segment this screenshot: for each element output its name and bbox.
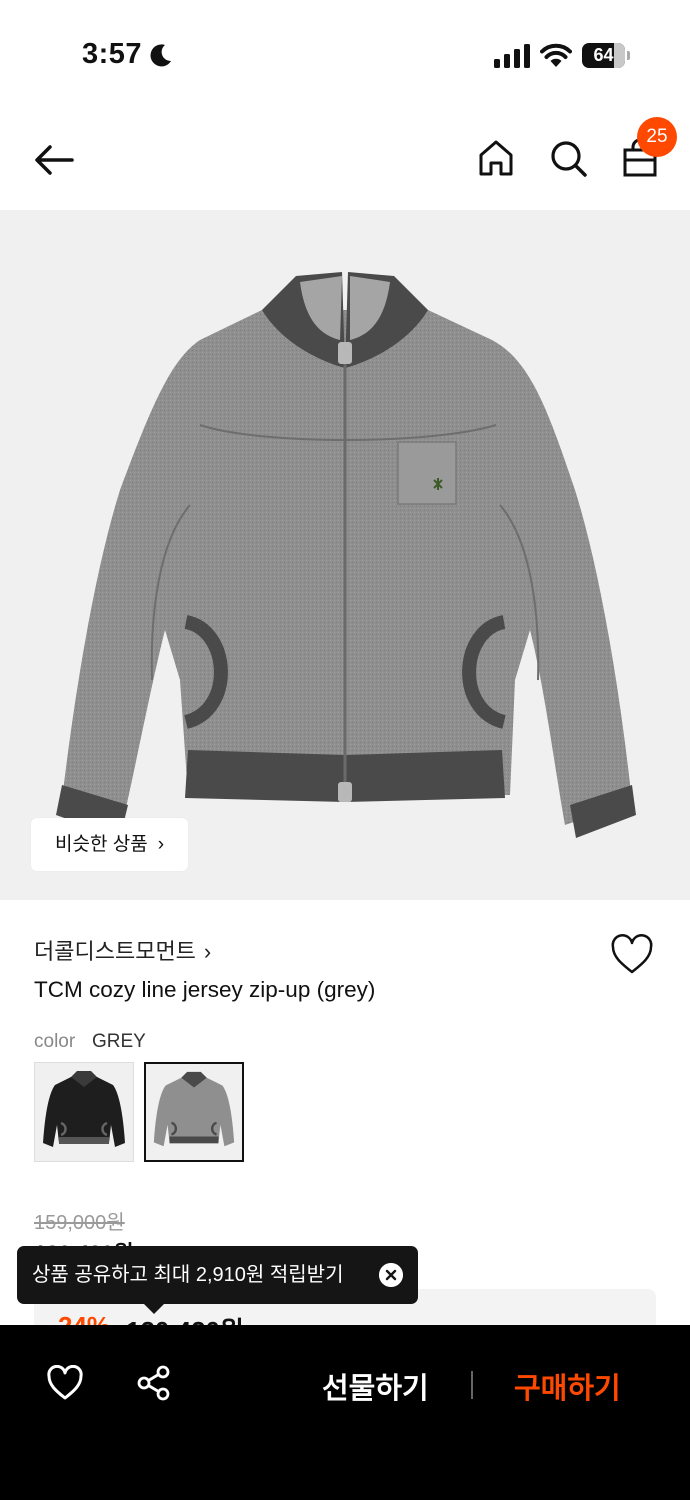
- color-swatch-black[interactable]: [34, 1062, 134, 1162]
- tooltip-text: 상품 공유하고 최대 2,910원 적립받기: [32, 1264, 344, 1286]
- signal-icon: [494, 44, 530, 68]
- divider: [471, 1371, 473, 1399]
- brand-link[interactable]: 더콜디스트모먼트 ›: [34, 934, 211, 966]
- similar-products-button[interactable]: 비슷한 상품 ›: [31, 818, 189, 871]
- battery-level: 64: [593, 45, 614, 65]
- product-image[interactable]: [0, 210, 690, 900]
- battery-icon: 64: [582, 43, 630, 68]
- tooltip-arrow: [143, 1303, 165, 1314]
- swatch-grey-image: [153, 1071, 235, 1147]
- buy-button[interactable]: 구매하기: [514, 1365, 621, 1407]
- option-label: color: [34, 1031, 76, 1052]
- brand-name: 더콜디스트모먼트: [34, 939, 196, 964]
- heart-icon[interactable]: [46, 1365, 84, 1401]
- jacket-image: [56, 272, 636, 838]
- original-price: 159,000원: [34, 1212, 125, 1234]
- chevron-right-icon: ›: [157, 834, 165, 855]
- swatch-black-image: [43, 1071, 125, 1147]
- back-arrow-icon[interactable]: [32, 138, 76, 182]
- status-bar: 3:57 64: [0, 0, 690, 110]
- share-icon[interactable]: [136, 1365, 172, 1401]
- option-value: GREY: [92, 1031, 146, 1052]
- status-time: 3:57: [82, 38, 143, 70]
- search-icon[interactable]: [548, 138, 588, 178]
- product-title: TCM cozy line jersey zip-up (grey): [34, 977, 376, 1002]
- gift-button[interactable]: 선물하기: [322, 1365, 429, 1407]
- cart-count-badge: 25: [637, 117, 677, 157]
- heart-icon[interactable]: [610, 934, 654, 976]
- color-swatch-grey[interactable]: [144, 1062, 244, 1162]
- bottom-action-bar: 선물하기 구매하기: [0, 1325, 690, 1500]
- similar-products-label: 비슷한 상품: [55, 834, 148, 855]
- wifi-icon: [540, 43, 572, 67]
- moon-icon: [150, 44, 171, 67]
- share-reward-tooltip: 상품 공유하고 최대 2,910원 적립받기: [17, 1246, 418, 1304]
- close-icon[interactable]: [379, 1263, 403, 1287]
- chevron-right-icon: ›: [203, 939, 212, 964]
- top-nav: [0, 110, 690, 210]
- home-icon[interactable]: [476, 138, 516, 178]
